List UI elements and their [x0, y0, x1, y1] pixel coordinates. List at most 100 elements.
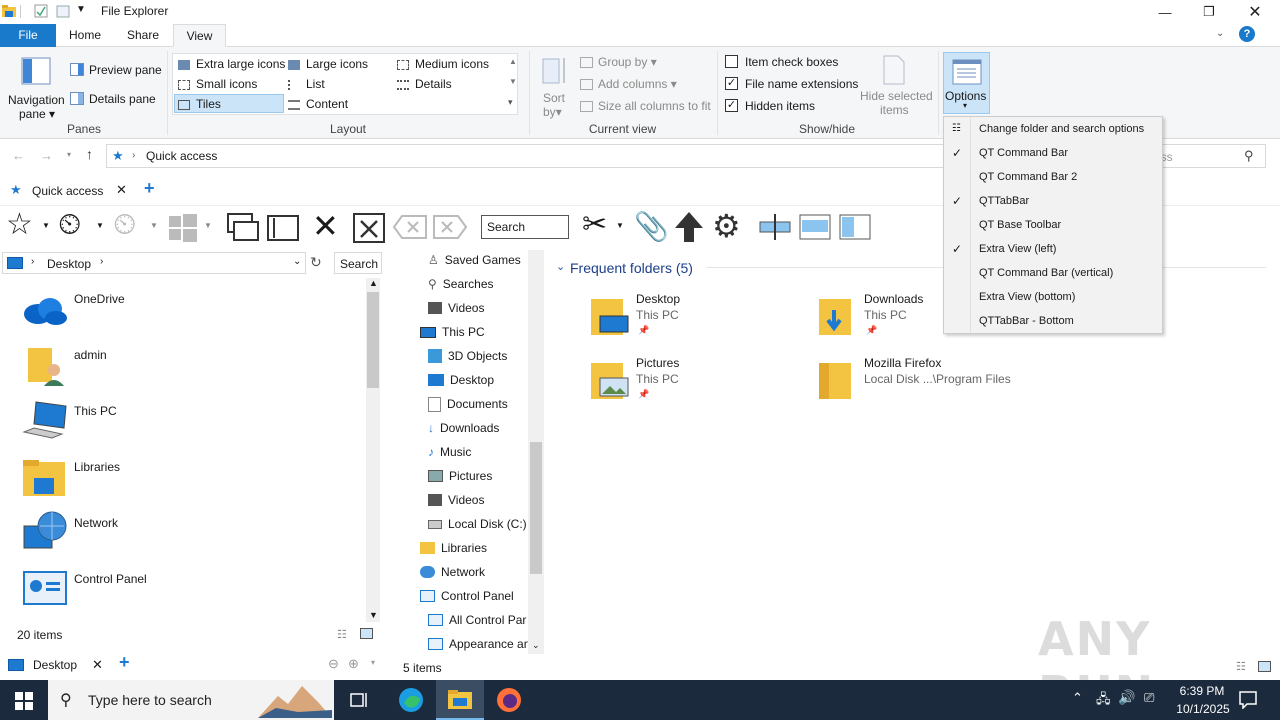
- recent-locations-icon[interactable]: ▾: [67, 150, 71, 159]
- layout-tiles[interactable]: Tiles: [178, 97, 221, 111]
- window-cascade-icon[interactable]: [226, 212, 260, 242]
- list-item-libraries[interactable]: Libraries: [20, 460, 360, 516]
- close-right-icon[interactable]: [432, 214, 468, 240]
- layout-content[interactable]: Content: [288, 97, 348, 111]
- start-windows-icon[interactable]: [15, 692, 33, 710]
- new-tab-icon[interactable]: +: [144, 178, 155, 199]
- tree-item[interactable]: ↓ Downloads: [428, 416, 499, 440]
- restore-button[interactable]: ❐: [1186, 0, 1232, 24]
- minimize-button[interactable]: —: [1142, 0, 1188, 24]
- clock-time[interactable]: 6:39 PM: [1174, 684, 1230, 698]
- refresh-icon[interactable]: ↻: [310, 254, 322, 271]
- preview-pane-button[interactable]: Preview pane: [89, 63, 162, 77]
- folder-tile-pictures[interactable]: Pictures This PC 📌: [590, 356, 810, 412]
- list-item-control-panel[interactable]: Control Panel: [20, 571, 360, 628]
- tree-item[interactable]: Control Panel: [420, 584, 514, 608]
- notifications-icon[interactable]: [1239, 691, 1257, 709]
- task-view-icon[interactable]: [350, 691, 370, 709]
- folder-tile-desktop[interactable]: Desktop This PC 📌: [590, 292, 810, 348]
- up-arrow-icon[interactable]: [673, 210, 705, 244]
- left-search-input[interactable]: Search I: [334, 252, 382, 274]
- cmd-search-input[interactable]: Search: [481, 215, 569, 239]
- tab-forward-icon[interactable]: ⊕: [348, 656, 359, 672]
- tree-item[interactable]: Videos: [428, 296, 484, 320]
- new-tab-icon[interactable]: +: [119, 652, 130, 673]
- cursor-field-icon[interactable]: [758, 212, 792, 242]
- close-window-icon[interactable]: [352, 210, 386, 244]
- tree-item[interactable]: Documents: [428, 392, 508, 416]
- layout-extra-large[interactable]: Extra large icons: [178, 57, 285, 71]
- close-tab-icon[interactable]: ✕: [116, 182, 127, 198]
- list-item-this-pc[interactable]: This PC: [20, 401, 360, 460]
- close-button[interactable]: ✕: [1232, 0, 1278, 24]
- menu-item-qttabbar-bottom[interactable]: QTTabBar - Bottom: [944, 309, 1162, 333]
- tab-file[interactable]: File: [0, 24, 56, 47]
- file-extensions-label[interactable]: File name extensions: [745, 77, 858, 91]
- firefox-icon[interactable]: [496, 687, 522, 713]
- tab-share[interactable]: Share: [116, 24, 170, 47]
- windows-icon[interactable]: [168, 214, 198, 242]
- recent-clock-icon[interactable]: ⏲: [113, 210, 136, 240]
- left-address-dropdown-icon[interactable]: ⌄: [293, 256, 301, 267]
- hidden-items-checkbox[interactable]: ✓: [725, 99, 738, 112]
- tree-item[interactable]: All Control Par: [428, 608, 526, 632]
- favorites-star-icon[interactable]: ☆: [6, 210, 33, 240]
- bottom-view-icon[interactable]: [799, 214, 831, 240]
- tiles-view-icon[interactable]: [360, 628, 373, 639]
- scroll-down-icon[interactable]: ⌄: [532, 640, 540, 651]
- edge-browser-icon[interactable]: [398, 687, 424, 713]
- list-item-admin[interactable]: admin: [20, 348, 360, 404]
- tree-item[interactable]: Desktop: [428, 368, 494, 392]
- menu-item-folder-options[interactable]: ☷ Change folder and search options: [944, 117, 1162, 141]
- menu-item-qt-command-bar-vertical[interactable]: QT Command Bar (vertical): [944, 261, 1162, 285]
- network-tray-icon[interactable]: 🖧: [1096, 690, 1111, 712]
- taskbar-search-box[interactable]: ⚲ Type here to search: [48, 680, 334, 720]
- battery-icon[interactable]: ⎚: [1144, 690, 1154, 706]
- tree-item[interactable]: Libraries: [420, 536, 487, 560]
- hide-selected-button[interactable]: Hide selected items: [858, 53, 933, 117]
- size-columns-button[interactable]: Size all columns to fit: [580, 99, 711, 113]
- tree-item[interactable]: ♪ Music: [428, 440, 471, 464]
- menu-item-extra-view-left[interactable]: ✓ Extra View (left): [944, 237, 1162, 261]
- close-left-icon[interactable]: [392, 214, 428, 240]
- forward-icon[interactable]: →: [40, 148, 53, 163]
- tree-item[interactable]: Appearance an: [428, 632, 530, 656]
- ribbon-collapse-icon[interactable]: ⌄: [1216, 28, 1224, 39]
- navigation-pane-button[interactable]: Navigation pane ▾: [6, 51, 65, 121]
- window-icon[interactable]: [266, 214, 300, 242]
- paperclip-icon[interactable]: 📎: [634, 210, 669, 244]
- scroll-thumb[interactable]: [530, 442, 542, 574]
- layout-list[interactable]: List: [288, 77, 325, 91]
- tab-home[interactable]: Home: [58, 24, 112, 47]
- layout-more-icon[interactable]: ▾: [508, 97, 513, 108]
- details-view-icon[interactable]: ☷: [337, 628, 347, 641]
- layout-scroll-up-icon[interactable]: ▲: [509, 57, 517, 66]
- scroll-thumb[interactable]: [367, 292, 379, 388]
- left-view-icon[interactable]: [839, 214, 871, 240]
- layout-small[interactable]: Small icons: [178, 77, 257, 91]
- layout-medium[interactable]: Medium icons: [397, 57, 489, 71]
- tree-item[interactable]: Videos: [428, 488, 484, 512]
- group-by-button[interactable]: Group by ▾: [580, 55, 657, 69]
- left-address-field[interactable]: › Desktop › ⌄: [2, 252, 306, 274]
- scroll-down-icon[interactable]: ▼: [369, 610, 378, 620]
- menu-item-qt-command-bar-2[interactable]: QT Command Bar 2: [944, 165, 1162, 189]
- menu-item-qt-base-toolbar[interactable]: QT Base Toolbar: [944, 213, 1162, 237]
- bottom-tab-desktop[interactable]: Desktop ✕: [4, 654, 108, 678]
- settings-gear-icon[interactable]: ⚙: [712, 208, 741, 244]
- hidden-items-label[interactable]: Hidden items: [745, 99, 815, 113]
- layout-scroll-down-icon[interactable]: ▼: [509, 77, 517, 86]
- details-pane-button[interactable]: Details pane: [89, 92, 156, 106]
- layout-details[interactable]: Details: [397, 77, 452, 91]
- scroll-up-icon[interactable]: ▲: [369, 278, 378, 288]
- clock-date[interactable]: 10/1/2025: [1168, 702, 1238, 716]
- search-box[interactable]: ess ⚲: [1154, 144, 1266, 168]
- layout-large[interactable]: Large icons: [288, 57, 368, 71]
- item-check-boxes-label[interactable]: Item check boxes: [745, 55, 838, 69]
- menu-item-qttabbar[interactable]: ✓ QTTabBar: [944, 189, 1162, 213]
- tab-back-icon[interactable]: ⊖: [328, 656, 339, 672]
- close-x-icon[interactable]: ✕: [312, 210, 339, 242]
- tree-item[interactable]: Local Disk (C:): [428, 512, 527, 536]
- qat-dropdown-icon[interactable]: ▼: [76, 4, 86, 15]
- list-item-onedrive[interactable]: OneDrive: [20, 292, 360, 348]
